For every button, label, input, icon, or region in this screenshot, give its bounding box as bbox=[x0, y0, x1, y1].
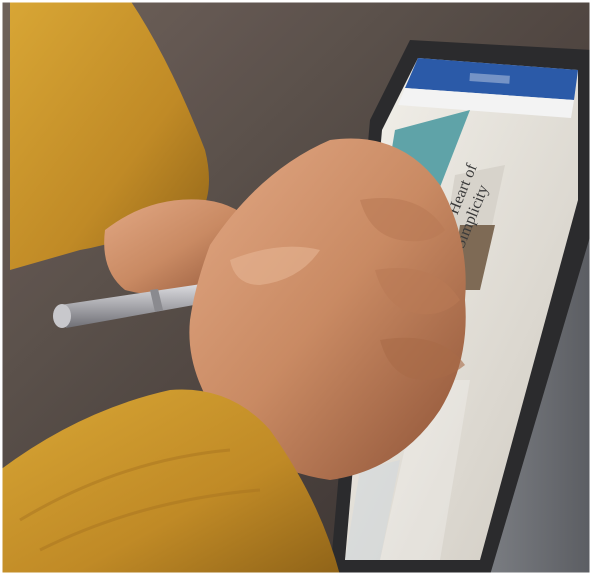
photo-scene: Heart of Simplicity bbox=[0, 0, 592, 575]
photo-illustration: Heart of Simplicity bbox=[0, 0, 592, 575]
